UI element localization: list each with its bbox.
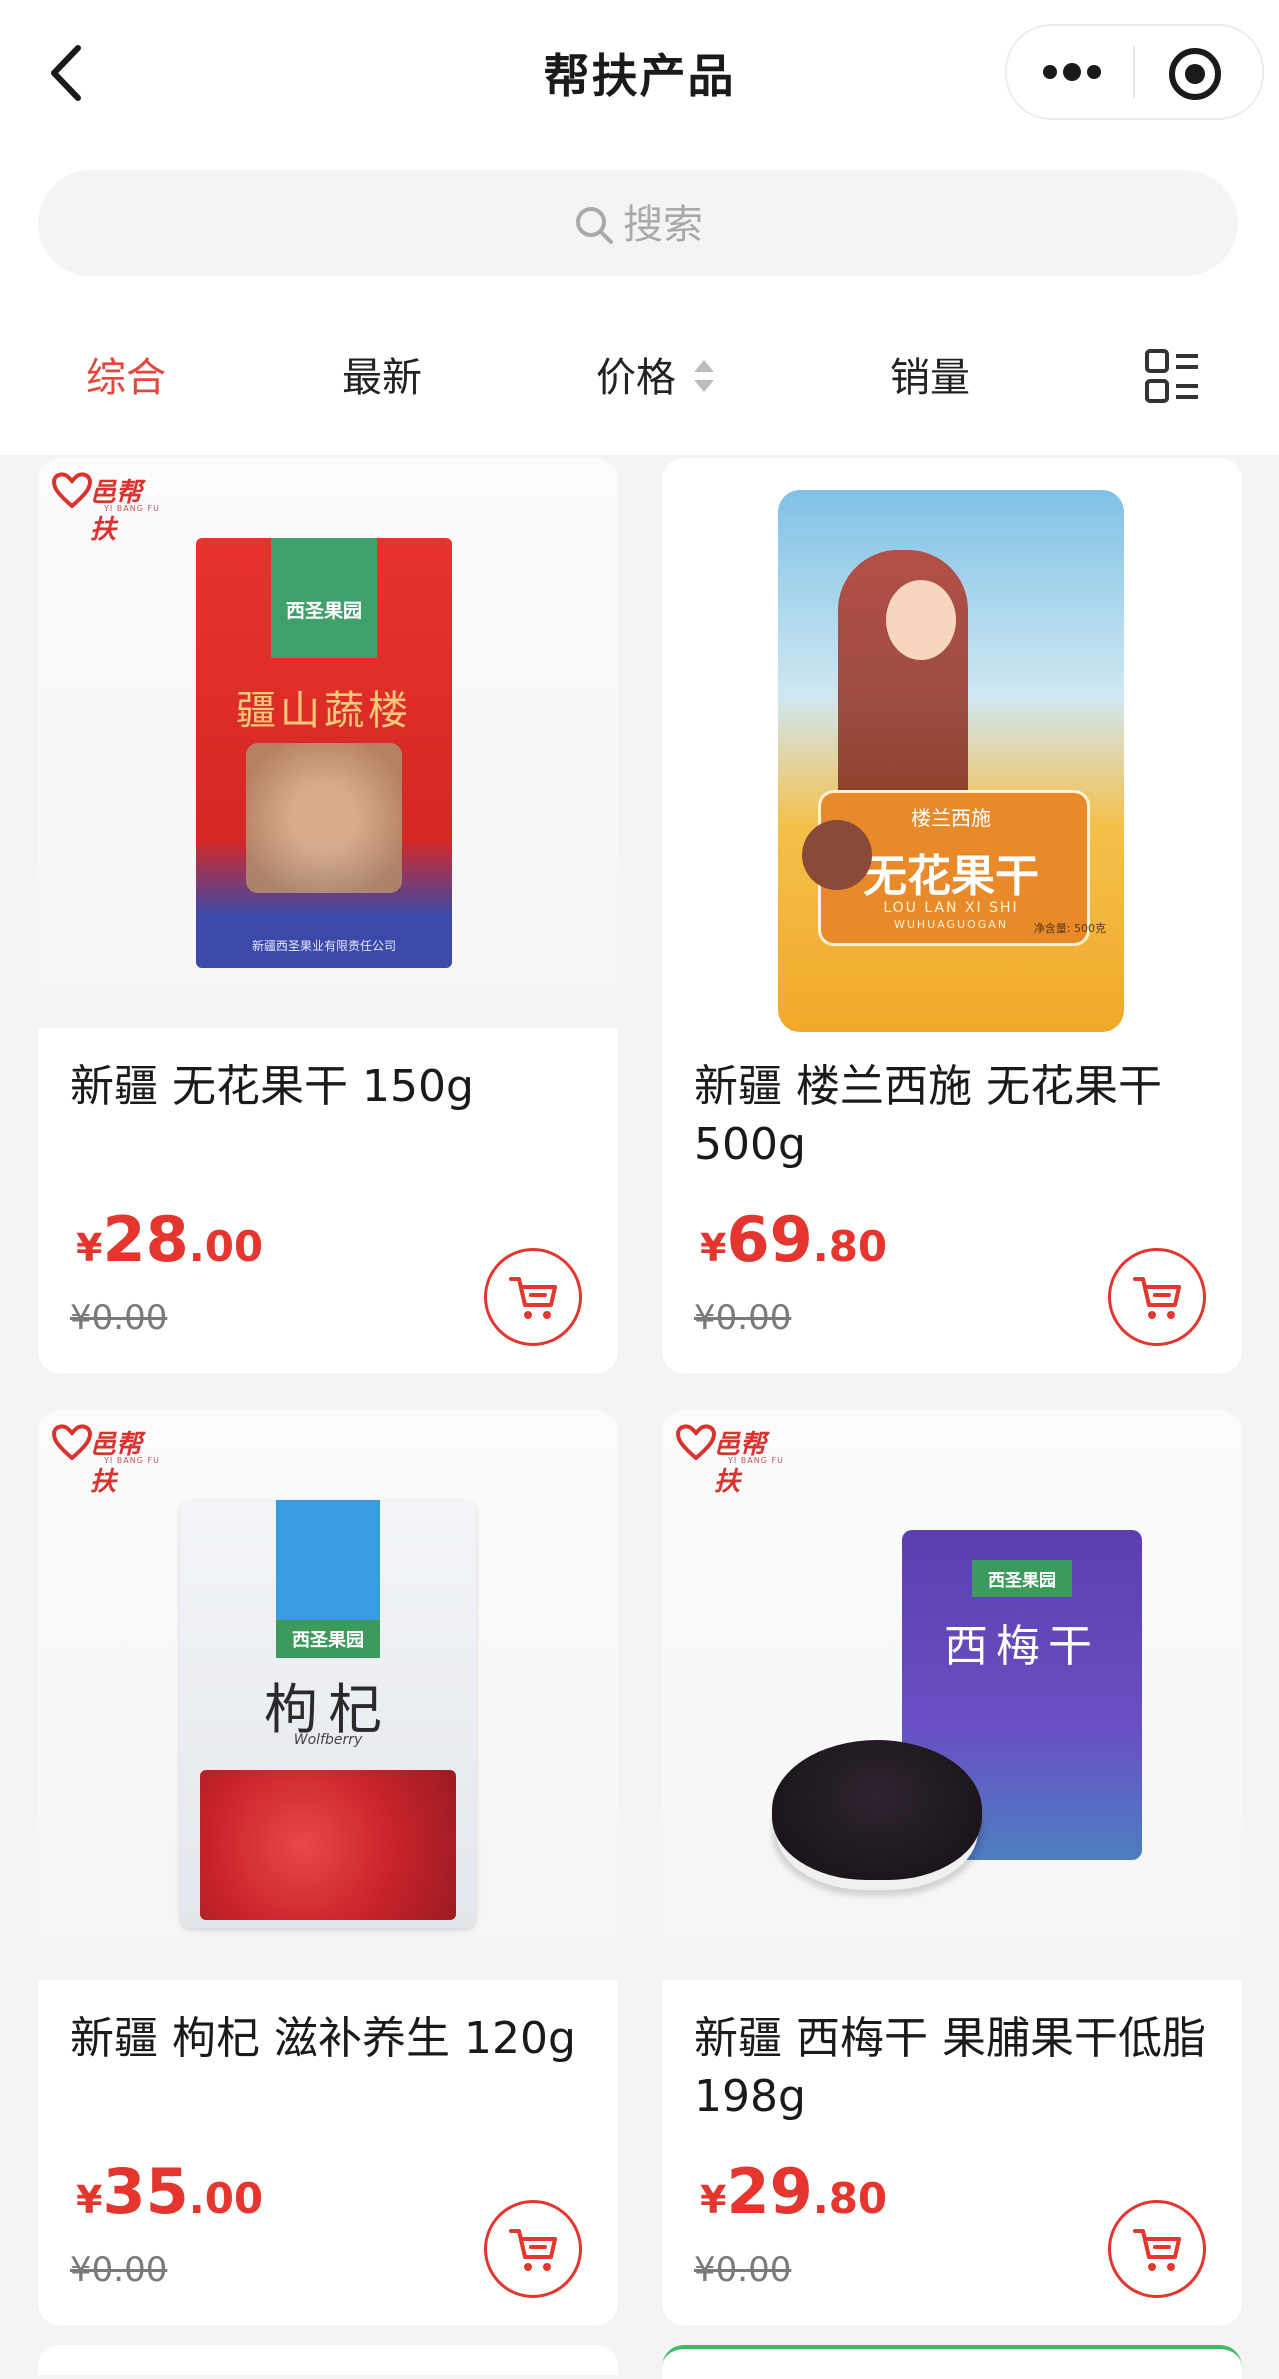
package-footer: 新疆西圣果业有限责任公司	[251, 939, 396, 953]
search-placeholder: 搜索	[623, 202, 703, 248]
product-card[interactable]: 楼兰西施 无花果干 LOU LAN XI SHI WUHUAGUOGAN 净含量…	[662, 458, 1242, 1373]
product-image: 邑帮扶 YI BANG FU 西圣果园 枸杞 Wolfberry	[38, 1410, 618, 1980]
product-name: 新疆 楼兰西施 无花果干 500g	[694, 1061, 1162, 1170]
price-decimal: .00	[188, 1222, 264, 1271]
package-fig: 西圣果园 疆山蔬楼 新疆西圣果业有限责任公司	[196, 538, 452, 968]
package-fig: 西圣果园 枸杞 Wolfberry	[180, 1500, 476, 1928]
cart-icon	[1133, 1277, 1181, 1319]
package-subtitle: LOU LAN XI SHI	[883, 900, 1019, 916]
tab-comprehensive[interactable]: 综合	[86, 345, 166, 403]
target-icon[interactable]	[1167, 46, 1223, 102]
price-integer: 35	[102, 2155, 189, 2228]
add-to-cart-button[interactable]	[1108, 1248, 1206, 1346]
product-image: 楼兰西施 无花果干 LOU LAN XI SHI WUHUAGUOGAN 净含量…	[662, 458, 1242, 1032]
product-name: 新疆 无花果干 150g	[70, 1061, 474, 1112]
product-name: 新疆 西梅干 果脯果干低脂 198g	[694, 2013, 1206, 2122]
product-price: ¥29.80	[700, 2155, 887, 2228]
product-image: 邑帮扶 YI BANG FU 西圣果园 疆山蔬楼 新疆西圣果业有限责任公司	[38, 458, 618, 1028]
original-price: ¥0.00	[70, 1298, 168, 1338]
product-price: ¥28.00	[76, 1203, 263, 1276]
package-brand: 西圣果园	[285, 600, 362, 622]
heart-logo-icon	[51, 1424, 93, 1461]
tab-price[interactable]: 价格	[596, 345, 676, 403]
brand-badge: 邑帮扶 YI BANG FU	[51, 472, 162, 545]
price-currency: ¥	[76, 2178, 103, 2222]
brand-badge-en: YI BANG FU	[104, 1456, 160, 1465]
add-to-cart-button[interactable]	[1108, 2200, 1206, 2298]
search-input[interactable]: 搜索	[38, 170, 1238, 276]
add-to-cart-button[interactable]	[484, 1248, 582, 1346]
price-integer: 69	[726, 1203, 813, 1276]
original-price: ¥0.00	[70, 2250, 168, 2290]
brand-badge-en: YI BANG FU	[104, 504, 160, 513]
list-grid-icon[interactable]	[1144, 348, 1200, 404]
product-price: ¥35.00	[76, 2155, 263, 2228]
price-decimal: .80	[812, 2174, 888, 2223]
package-brand: 西圣果园	[972, 1560, 1072, 1597]
heart-logo-icon	[51, 472, 93, 509]
price-integer: 29	[726, 2155, 813, 2228]
cart-icon	[509, 1277, 557, 1319]
sort-arrows-icon	[694, 360, 714, 392]
add-to-cart-button[interactable]	[484, 2200, 582, 2298]
product-card[interactable]: 邑帮扶 YI BANG FU 西圣果园 疆山蔬楼 新疆西圣果业有限责任公司 新疆…	[38, 458, 618, 1373]
brand-badge: 邑帮扶 YI BANG FU	[675, 1424, 786, 1497]
price-decimal: .00	[188, 2174, 264, 2223]
product-card[interactable]: 邑帮扶 YI BANG FU 西圣果园 枸杞 Wolfberry 新疆 枸杞 滋…	[38, 1410, 618, 2325]
package-subtitle: Wolfberry	[293, 1732, 363, 1748]
more-dots-icon[interactable]	[1032, 48, 1112, 96]
price-integer: 28	[102, 1203, 189, 1276]
product-image: 邑帮扶 YI BANG FU 西圣果园 西梅干	[662, 1410, 1242, 1980]
next-card-peek	[662, 2345, 1242, 2379]
original-price: ¥0.00	[694, 1298, 792, 1338]
package-weight: 净含量: 500克	[1033, 922, 1106, 935]
tab-latest[interactable]: 最新	[342, 345, 422, 403]
tab-sales[interactable]: 销量	[890, 345, 970, 403]
product-name: 新疆 枸杞 滋补养生 120g	[70, 2013, 576, 2064]
price-decimal: .80	[812, 1222, 888, 1271]
product-card[interactable]: 邑帮扶 YI BANG FU 西圣果园 西梅干 新疆 西梅干 果脯果干低脂 19…	[662, 1410, 1242, 2325]
brand-badge: 邑帮扶 YI BANG FU	[51, 1424, 162, 1497]
cart-icon	[509, 2229, 557, 2271]
package-brand: 西圣果园	[276, 1620, 380, 1658]
top-bar: 帮扶产品 搜索 综合 最新 价格 销量	[0, 0, 1279, 455]
cart-icon	[1133, 2229, 1181, 2271]
capsule-divider	[1133, 46, 1135, 98]
price-currency: ¥	[76, 1226, 103, 1270]
next-card-peek	[38, 2345, 618, 2375]
brand-badge-en: YI BANG FU	[728, 1456, 784, 1465]
mini-program-capsule	[1005, 24, 1264, 120]
original-price: ¥0.00	[694, 2250, 792, 2290]
product-price: ¥69.80	[700, 1203, 887, 1276]
package-fig: 楼兰西施 无花果干 LOU LAN XI SHI WUHUAGUOGAN 净含量…	[778, 490, 1124, 1032]
prune-bowl	[772, 1740, 982, 1880]
heart-logo-icon	[675, 1424, 717, 1461]
package-title: 疆山蔬楼	[236, 688, 412, 734]
package-title: 西梅干	[944, 1621, 1100, 1672]
price-currency: ¥	[700, 1226, 727, 1270]
price-currency: ¥	[700, 2178, 727, 2222]
search-icon	[576, 207, 613, 244]
